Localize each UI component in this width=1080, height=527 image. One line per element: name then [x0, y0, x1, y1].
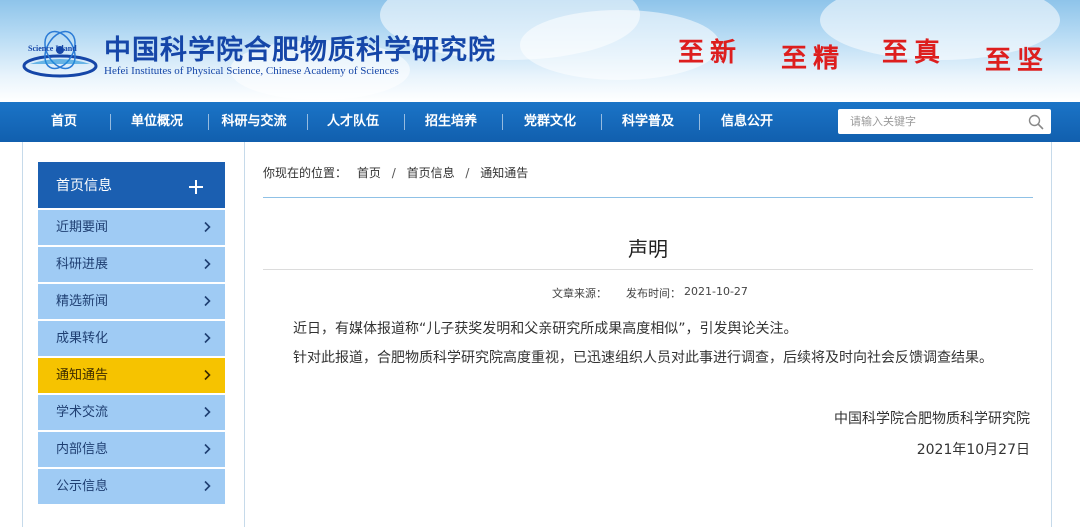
nav-item-talent[interactable]: 人才队伍 [318, 102, 388, 142]
breadcrumb: 你现在的位置： 首页 / 首页信息 / 通知通告 [263, 164, 528, 181]
sidebar-item-label: 通知通告 [56, 368, 109, 383]
breadcrumb-link-home[interactable]: 首页 [357, 164, 381, 181]
sidebar-item-label: 科研进展 [56, 257, 109, 272]
breadcrumb-link-current[interactable]: 通知通告 [480, 164, 528, 181]
sidebar-item-internal-info[interactable]: 内部信息 [38, 432, 225, 467]
article-date: 2021-10-27 [684, 285, 748, 298]
sidebar-item-notices[interactable]: 通知通告 [38, 358, 225, 393]
nav-item-culture[interactable]: 党群文化 [515, 102, 585, 142]
motto-word: 至坚 [985, 46, 1050, 76]
breadcrumb-divider [263, 197, 1033, 198]
sidebar-item-label: 内部信息 [56, 442, 109, 457]
nav-item-disclosure[interactable]: 信息公开 [712, 102, 782, 142]
nav-item-popular-science[interactable]: 科学普及 [613, 102, 683, 142]
nav-item-overview[interactable]: 单位概况 [122, 102, 192, 142]
sidebar-item-news[interactable]: 近期要闻 [38, 210, 225, 245]
sidebar-item-featured-news[interactable]: 精选新闻 [38, 284, 225, 319]
nav-divider [601, 114, 602, 130]
sidebar-item-label: 成果转化 [56, 331, 109, 346]
article-signature: 中国科学院合肥物质科学研究院 [834, 411, 1030, 427]
sidebar-item-public-notice[interactable]: 公示信息 [38, 469, 225, 504]
breadcrumb-link-section[interactable]: 首页信息 [407, 164, 455, 181]
article-paragraph: 近日，有媒体报道称“儿子获奖发明和父亲研究所成果高度相似”，引发舆论关注。 [293, 321, 798, 337]
chevron-right-icon [204, 443, 211, 455]
search-icon[interactable] [1027, 113, 1045, 131]
article-date-label: 发布时间： [626, 287, 681, 300]
breadcrumb-prefix: 你现在的位置： [263, 166, 348, 180]
article-source-label: 文章来源： [552, 287, 607, 300]
sidebar-item-label: 公示信息 [56, 479, 109, 494]
nav-divider [404, 114, 405, 130]
logo-badge-text: Science Island [28, 44, 77, 53]
nav-divider [110, 114, 111, 130]
sidebar-heading-label: 首页信息 [56, 178, 112, 194]
motto-word: 至精 [781, 44, 846, 74]
article-title: 声明 [628, 237, 668, 261]
sidebar-heading[interactable]: 首页信息 [38, 162, 225, 208]
nav-item-research[interactable]: 科研与交流 [216, 102, 292, 142]
chevron-right-icon [204, 406, 211, 418]
chevron-right-icon [204, 258, 211, 270]
sidebar-item-research-progress[interactable]: 科研进展 [38, 247, 225, 282]
nav-divider [208, 114, 209, 130]
site-header: Science Island 中国科学院合肥物质科学研究院 Hefei Inst… [0, 0, 1080, 102]
plus-icon[interactable] [189, 180, 203, 194]
article-paragraph: 针对此报道，合肥物质科学研究院高度重视，已迅速组织人员对此事进行调查，后续将及时… [293, 350, 993, 366]
chevron-right-icon [204, 332, 211, 344]
sidebar-item-achievements[interactable]: 成果转化 [38, 321, 225, 356]
logo-chinese-name[interactable]: 中国科学院合肥物质科学研究院 [104, 28, 496, 67]
sidebar-item-label: 近期要闻 [56, 220, 109, 235]
title-divider [263, 269, 1033, 270]
sidebar-item-label: 学术交流 [56, 405, 109, 420]
nav-divider [502, 114, 503, 130]
article-signature-date: 2021年10月27日 [916, 442, 1030, 458]
nav-divider [699, 114, 700, 130]
search-input[interactable] [838, 109, 1018, 134]
breadcrumb-separator: / [465, 166, 470, 180]
chevron-right-icon [204, 221, 211, 233]
motto-word: 至真 [882, 38, 947, 68]
nav-item-admissions[interactable]: 招生培养 [416, 102, 486, 142]
sidebar-item-academic-exchange[interactable]: 学术交流 [38, 395, 225, 430]
logo-english-name[interactable]: Hefei Institutes of Physical Science, Ch… [104, 65, 399, 77]
nav-divider [307, 114, 308, 130]
motto-word: 至新 [678, 38, 743, 68]
chevron-right-icon [204, 480, 211, 492]
nav-item-home[interactable]: 首页 [34, 102, 94, 142]
chevron-right-icon [204, 295, 211, 307]
breadcrumb-separator: / [391, 166, 396, 180]
chevron-right-icon [204, 369, 211, 381]
sidebar-item-label: 精选新闻 [56, 294, 109, 309]
search-box [838, 109, 1051, 134]
